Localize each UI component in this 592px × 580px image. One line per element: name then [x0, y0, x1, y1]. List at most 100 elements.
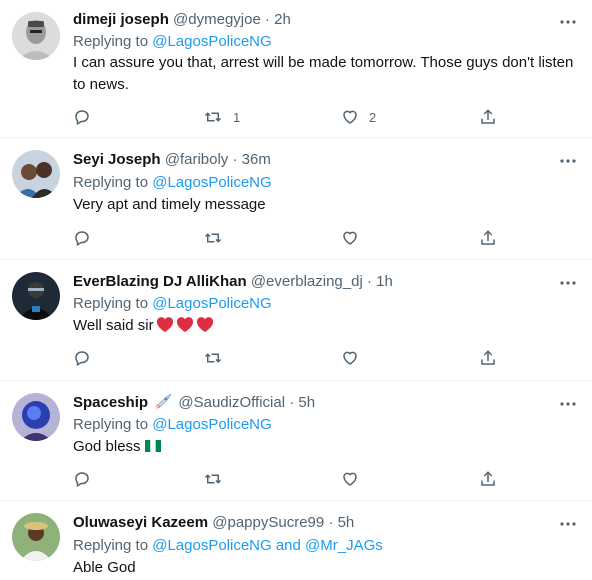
replying-to-label: Replying to	[73, 295, 153, 312]
username[interactable]: @everblazing_dj	[251, 273, 363, 290]
avatar[interactable]	[12, 150, 60, 198]
avatar[interactable]	[12, 272, 60, 320]
timestamp[interactable]: 5h	[298, 394, 315, 411]
like-button[interactable]	[341, 227, 359, 249]
tweet-actions	[73, 468, 503, 490]
mention-link[interactable]: @LagosPoliceNG	[152, 416, 271, 433]
retweet-icon	[204, 474, 222, 484]
username[interactable]: @pappySucre99	[212, 514, 324, 531]
reply-button[interactable]	[73, 347, 91, 369]
reply-button[interactable]	[73, 106, 91, 128]
tweet-text: Able God	[73, 559, 136, 576]
avatar[interactable]	[12, 12, 60, 60]
tweet[interactable]: Spaceship @SaudizOfficial · 5h Replying …	[0, 381, 592, 501]
tweet-text-content: Well said sir	[73, 317, 154, 334]
reply-icon	[75, 351, 89, 367]
tweet-text: God bless	[73, 436, 578, 458]
reply-icon	[75, 110, 89, 126]
display-name[interactable]: Seyi Joseph	[73, 151, 161, 168]
retweet-icon	[204, 233, 222, 243]
tweet[interactable]: dimeji joseph @dymegyjoe · 2h Replying t…	[0, 0, 592, 138]
replying-to: Replying to @LagosPoliceNG and @Mr_JAGs	[73, 536, 383, 556]
share-button[interactable]	[479, 347, 497, 369]
share-icon	[481, 230, 495, 245]
retweet-count: 1	[233, 109, 241, 125]
tweet-actions: 1 2	[73, 106, 503, 128]
mention-link[interactable]: @LagosPoliceNG	[152, 537, 271, 554]
username[interactable]: @dymegyjoe	[173, 11, 261, 28]
tweet-actions	[73, 347, 503, 369]
username[interactable]: @SaudizOfficial	[178, 394, 285, 411]
red-heart-icon	[155, 315, 215, 340]
tweet-header: Spaceship @SaudizOfficial · 5h	[73, 393, 315, 413]
mention-link[interactable]: @Mr_JAGs	[305, 537, 383, 554]
display-name[interactable]: Oluwaseyi Kazeem	[73, 514, 208, 531]
tweet-header: EverBlazing DJ AlliKhan @everblazing_dj …	[73, 272, 393, 292]
mention-link[interactable]: @LagosPoliceNG	[152, 295, 271, 312]
reply-icon	[75, 231, 89, 247]
share-button[interactable]	[479, 468, 497, 490]
share-button[interactable]	[479, 106, 497, 128]
more-icon[interactable]	[558, 394, 578, 414]
share-icon	[481, 350, 495, 365]
replying-to: Replying to @LagosPoliceNG	[73, 173, 272, 193]
heart-icon	[343, 351, 357, 365]
mention-link[interactable]: @LagosPoliceNG	[152, 33, 271, 50]
reply-button[interactable]	[73, 227, 91, 249]
like-button[interactable]	[341, 468, 359, 490]
mention-link[interactable]: @LagosPoliceNG	[152, 174, 271, 191]
retweet-button[interactable]	[203, 347, 223, 369]
replying-to: Replying to @LagosPoliceNG	[73, 415, 272, 435]
more-icon[interactable]	[558, 12, 578, 32]
tweet-actions	[73, 227, 503, 249]
separator-dot: ·	[289, 394, 295, 411]
separator-dot: ·	[328, 514, 334, 531]
retweet-icon	[204, 353, 222, 363]
more-icon[interactable]	[558, 273, 578, 293]
tweet-text: Very apt and timely message	[73, 196, 266, 213]
reply-button[interactable]	[73, 468, 91, 490]
rocket-icon	[154, 393, 172, 409]
username[interactable]: @fariboly	[165, 151, 229, 168]
timestamp[interactable]: 36m	[242, 151, 271, 168]
nigeria-flag-icon	[144, 438, 161, 452]
retweet-button[interactable]	[203, 227, 223, 249]
display-name[interactable]: EverBlazing DJ AlliKhan	[73, 273, 247, 290]
avatar[interactable]	[12, 393, 60, 441]
heart-icon	[343, 472, 357, 486]
tweet[interactable]: Oluwaseyi Kazeem @pappySucre99 · 5h Repl…	[0, 501, 592, 580]
tweet[interactable]: Seyi Joseph @fariboly · 36m Replying to …	[0, 138, 592, 260]
replying-to-label: Replying to	[73, 537, 153, 554]
replying-to: Replying to @LagosPoliceNG	[73, 294, 272, 314]
timestamp[interactable]: 5h	[338, 514, 355, 531]
replying-to-label: Replying to	[73, 416, 153, 433]
display-name[interactable]: dimeji joseph	[73, 11, 169, 28]
mention-joiner: and	[271, 537, 306, 554]
retweet-button[interactable]: 1	[203, 106, 240, 128]
tweet-text: Well said sir	[73, 315, 578, 340]
share-icon	[481, 471, 495, 486]
replying-to: Replying to @LagosPoliceNG	[73, 32, 272, 52]
timestamp[interactable]: 1h	[376, 273, 393, 290]
tweet-header: dimeji joseph @dymegyjoe · 2h	[73, 10, 291, 30]
share-button[interactable]	[479, 227, 497, 249]
like-button[interactable]	[341, 347, 359, 369]
tweet-text: I can assure you that, arrest will be ma…	[73, 54, 574, 93]
tweet-header: Seyi Joseph @fariboly · 36m	[73, 150, 271, 170]
timestamp[interactable]: 2h	[274, 11, 291, 28]
like-button[interactable]: 2	[341, 106, 376, 128]
retweet-button[interactable]	[203, 468, 223, 490]
like-count: 2	[369, 109, 377, 125]
tweet-header: Oluwaseyi Kazeem @pappySucre99 · 5h	[73, 513, 354, 533]
heart-icon	[343, 110, 357, 124]
replying-to-label: Replying to	[73, 33, 153, 50]
display-name[interactable]: Spaceship	[73, 394, 148, 411]
reply-icon	[75, 472, 89, 488]
separator-dot: ·	[366, 273, 372, 290]
more-icon[interactable]	[558, 514, 578, 534]
separator-dot: ·	[232, 151, 238, 168]
tweet[interactable]: EverBlazing DJ AlliKhan @everblazing_dj …	[0, 260, 592, 381]
avatar[interactable]	[12, 513, 60, 561]
replying-to-label: Replying to	[73, 174, 153, 191]
more-icon[interactable]	[558, 151, 578, 171]
